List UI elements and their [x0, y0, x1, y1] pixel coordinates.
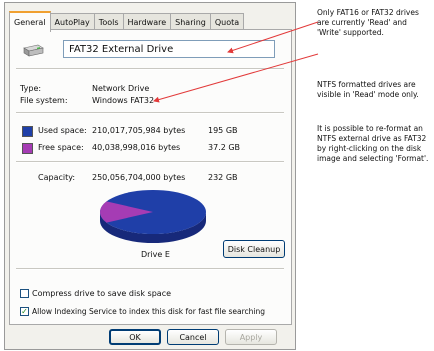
tab-tools[interactable]: Tools [93, 13, 124, 30]
compress-checkbox[interactable] [20, 289, 29, 298]
annotation-ntfs-read-only: NTFS formatted drives are visible in 'Re… [317, 80, 419, 99]
file-system-value: Windows FAT32 [92, 96, 155, 105]
file-system-label: File system: [20, 96, 68, 105]
divider [16, 161, 284, 163]
properties-dialog: General AutoPlay Tools Hardware Sharing … [4, 2, 296, 350]
free-space-label: Free space: [38, 143, 84, 152]
cancel-button[interactable]: Cancel [167, 329, 219, 345]
general-panel: FAT32 External Drive Type: Network Drive… [9, 29, 292, 325]
tab-hardware[interactable]: Hardware [122, 13, 172, 30]
annotation-fat-support: Only FAT16 or FAT32 drives are currently… [317, 8, 419, 37]
type-label: Type: [20, 84, 42, 93]
compress-label: Compress drive to save disk space [32, 289, 172, 298]
disk-cleanup-button[interactable]: Disk Cleanup [223, 240, 285, 258]
free-space-bytes: 40,038,998,016 bytes [92, 143, 181, 152]
tab-general[interactable]: General [9, 11, 51, 32]
free-space-swatch [22, 143, 33, 154]
drive-icon [23, 44, 44, 57]
used-space-swatch [22, 126, 33, 137]
used-space-gb: 195 GB [208, 126, 238, 135]
indexing-label: Allow Indexing Service to index this dis… [32, 307, 265, 316]
indexing-checkbox[interactable]: ✓ [20, 307, 29, 316]
tab-sharing[interactable]: Sharing [170, 13, 211, 30]
capacity-label: Capacity: [38, 173, 76, 182]
used-space-label: Used space: [38, 126, 87, 135]
divider [16, 268, 284, 270]
divider [16, 68, 284, 70]
drive-letter-label: Drive E [141, 250, 170, 259]
type-value: Network Drive [92, 84, 150, 93]
used-space-bytes: 210,017,705,984 bytes [92, 126, 186, 135]
tab-quota[interactable]: Quota [209, 13, 245, 30]
capacity-gb: 232 GB [208, 173, 238, 182]
tab-autoplay[interactable]: AutoPlay [49, 13, 95, 30]
drive-name-input[interactable]: FAT32 External Drive [63, 40, 275, 58]
free-space-gb: 37.2 GB [208, 143, 241, 152]
annotation-reformat-tip: It is possible to re-format an NTFS exte… [317, 124, 429, 163]
disk-usage-pie [100, 190, 206, 243]
divider [16, 112, 284, 114]
apply-button[interactable]: Apply [225, 329, 277, 345]
ok-button[interactable]: OK [109, 329, 161, 345]
tab-strip: General AutoPlay Tools Hardware Sharing … [9, 11, 245, 32]
capacity-bytes: 250,056,704,000 bytes [92, 173, 186, 182]
